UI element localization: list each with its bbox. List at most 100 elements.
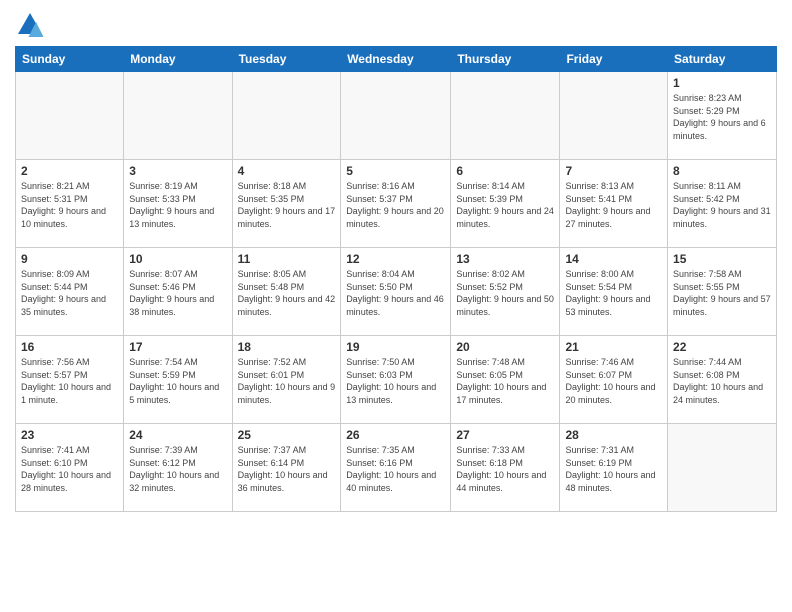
logo [15,10,49,40]
calendar-cell [124,72,232,160]
calendar-cell: 24 Sunrise: 7:39 AM Sunset: 6:12 PM Dayli… [124,424,232,512]
day-info: Sunrise: 7:54 AM Sunset: 5:59 PM Dayligh… [129,356,226,406]
day-number: 8 [673,164,771,178]
day-number: 7 [565,164,662,178]
calendar-header-thursday: Thursday [451,47,560,72]
calendar-cell: 14 Sunrise: 8:00 AM Sunset: 5:54 PM Dayli… [560,248,668,336]
day-info: Sunrise: 8:23 AM Sunset: 5:29 PM Dayligh… [673,92,771,142]
day-number: 25 [238,428,336,442]
day-number: 28 [565,428,662,442]
calendar-cell: 4 Sunrise: 8:18 AM Sunset: 5:35 PM Daylig… [232,160,341,248]
day-number: 5 [346,164,445,178]
calendar-cell [16,72,124,160]
calendar-cell: 7 Sunrise: 8:13 AM Sunset: 5:41 PM Daylig… [560,160,668,248]
calendar-cell: 17 Sunrise: 7:54 AM Sunset: 5:59 PM Dayli… [124,336,232,424]
calendar-cell: 18 Sunrise: 7:52 AM Sunset: 6:01 PM Dayli… [232,336,341,424]
calendar-cell: 22Sunrise: 7:44 AM Sunset: 6:08 PM Dayli… [668,336,777,424]
calendar-header-wednesday: Wednesday [341,47,451,72]
day-info: Sunrise: 7:44 AM Sunset: 6:08 PM Dayligh… [673,356,771,406]
day-number: 2 [21,164,118,178]
day-number: 17 [129,340,226,354]
day-info: Sunrise: 8:14 AM Sunset: 5:39 PM Dayligh… [456,180,554,230]
calendar-cell: 2 Sunrise: 8:21 AM Sunset: 5:31 PM Daylig… [16,160,124,248]
day-info: Sunrise: 7:41 AM Sunset: 6:10 PM Dayligh… [21,444,118,494]
day-info: Sunrise: 8:04 AM Sunset: 5:50 PM Dayligh… [346,268,445,318]
day-info: Sunrise: 8:00 AM Sunset: 5:54 PM Dayligh… [565,268,662,318]
day-number: 18 [238,340,336,354]
day-info: Sunrise: 7:46 AM Sunset: 6:07 PM Dayligh… [565,356,662,406]
calendar-cell: 25 Sunrise: 7:37 AM Sunset: 6:14 PM Dayli… [232,424,341,512]
calendar-header-row: SundayMondayTuesdayWednesdayThursdayFrid… [16,47,777,72]
day-info: Sunrise: 7:37 AM Sunset: 6:14 PM Dayligh… [238,444,336,494]
calendar-week-4: 23 Sunrise: 7:41 AM Sunset: 6:10 PM Dayli… [16,424,777,512]
day-number: 13 [456,252,554,266]
calendar-cell: 5 Sunrise: 8:16 AM Sunset: 5:37 PM Daylig… [341,160,451,248]
calendar-cell: 26 Sunrise: 7:35 AM Sunset: 6:16 PM Dayli… [341,424,451,512]
calendar-header-saturday: Saturday [668,47,777,72]
day-info: Sunrise: 8:11 AM Sunset: 5:42 PM Dayligh… [673,180,771,230]
calendar-header-tuesday: Tuesday [232,47,341,72]
day-info: Sunrise: 7:33 AM Sunset: 6:18 PM Dayligh… [456,444,554,494]
logo-icon [15,10,45,40]
day-info: Sunrise: 8:19 AM Sunset: 5:33 PM Dayligh… [129,180,226,230]
day-number: 3 [129,164,226,178]
day-info: Sunrise: 7:39 AM Sunset: 6:12 PM Dayligh… [129,444,226,494]
calendar-cell: 27Sunrise: 7:33 AM Sunset: 6:18 PM Dayli… [451,424,560,512]
calendar-cell: 10Sunrise: 8:07 AM Sunset: 5:46 PM Dayli… [124,248,232,336]
day-number: 12 [346,252,445,266]
day-info: Sunrise: 7:58 AM Sunset: 5:55 PM Dayligh… [673,268,771,318]
calendar-header-sunday: Sunday [16,47,124,72]
day-info: Sunrise: 7:50 AM Sunset: 6:03 PM Dayligh… [346,356,445,406]
calendar-cell: 13 Sunrise: 8:02 AM Sunset: 5:52 PM Dayli… [451,248,560,336]
day-info: Sunrise: 7:52 AM Sunset: 6:01 PM Dayligh… [238,356,336,406]
header [15,10,777,40]
page: SundayMondayTuesdayWednesdayThursdayFrid… [0,0,792,522]
day-number: 14 [565,252,662,266]
calendar-week-3: 16 Sunrise: 7:56 AM Sunset: 5:57 PM Dayli… [16,336,777,424]
calendar-cell: 11 Sunrise: 8:05 AM Sunset: 5:48 PM Dayli… [232,248,341,336]
calendar-week-2: 9 Sunrise: 8:09 AM Sunset: 5:44 PM Daylig… [16,248,777,336]
calendar-cell [232,72,341,160]
calendar-week-0: 1Sunrise: 8:23 AM Sunset: 5:29 PM Daylig… [16,72,777,160]
calendar: SundayMondayTuesdayWednesdayThursdayFrid… [15,46,777,512]
day-info: Sunrise: 7:56 AM Sunset: 5:57 PM Dayligh… [21,356,118,406]
day-info: Sunrise: 7:31 AM Sunset: 6:19 PM Dayligh… [565,444,662,494]
day-number: 16 [21,340,118,354]
calendar-week-1: 2 Sunrise: 8:21 AM Sunset: 5:31 PM Daylig… [16,160,777,248]
calendar-cell: 20Sunrise: 7:48 AM Sunset: 6:05 PM Dayli… [451,336,560,424]
day-number: 11 [238,252,336,266]
day-info: Sunrise: 8:02 AM Sunset: 5:52 PM Dayligh… [456,268,554,318]
calendar-cell: 23 Sunrise: 7:41 AM Sunset: 6:10 PM Dayli… [16,424,124,512]
day-number: 23 [21,428,118,442]
day-number: 21 [565,340,662,354]
calendar-cell [668,424,777,512]
day-number: 6 [456,164,554,178]
day-number: 24 [129,428,226,442]
day-number: 10 [129,252,226,266]
calendar-cell: 3 Sunrise: 8:19 AM Sunset: 5:33 PM Daylig… [124,160,232,248]
day-info: Sunrise: 8:21 AM Sunset: 5:31 PM Dayligh… [21,180,118,230]
calendar-cell: 28 Sunrise: 7:31 AM Sunset: 6:19 PM Dayli… [560,424,668,512]
day-info: Sunrise: 8:18 AM Sunset: 5:35 PM Dayligh… [238,180,336,230]
calendar-cell: 9 Sunrise: 8:09 AM Sunset: 5:44 PM Daylig… [16,248,124,336]
calendar-cell: 1Sunrise: 8:23 AM Sunset: 5:29 PM Daylig… [668,72,777,160]
calendar-cell: 16 Sunrise: 7:56 AM Sunset: 5:57 PM Dayli… [16,336,124,424]
calendar-cell: 19 Sunrise: 7:50 AM Sunset: 6:03 PM Dayli… [341,336,451,424]
day-number: 9 [21,252,118,266]
day-info: Sunrise: 8:13 AM Sunset: 5:41 PM Dayligh… [565,180,662,230]
day-info: Sunrise: 8:09 AM Sunset: 5:44 PM Dayligh… [21,268,118,318]
day-info: Sunrise: 7:48 AM Sunset: 6:05 PM Dayligh… [456,356,554,406]
calendar-header-friday: Friday [560,47,668,72]
calendar-cell [341,72,451,160]
day-info: Sunrise: 8:05 AM Sunset: 5:48 PM Dayligh… [238,268,336,318]
day-number: 15 [673,252,771,266]
day-number: 26 [346,428,445,442]
calendar-cell [451,72,560,160]
calendar-cell: 15 Sunrise: 7:58 AM Sunset: 5:55 PM Dayli… [668,248,777,336]
day-number: 4 [238,164,336,178]
day-number: 19 [346,340,445,354]
day-info: Sunrise: 8:16 AM Sunset: 5:37 PM Dayligh… [346,180,445,230]
day-info: Sunrise: 7:35 AM Sunset: 6:16 PM Dayligh… [346,444,445,494]
calendar-cell [560,72,668,160]
calendar-cell: 12 Sunrise: 8:04 AM Sunset: 5:50 PM Dayli… [341,248,451,336]
